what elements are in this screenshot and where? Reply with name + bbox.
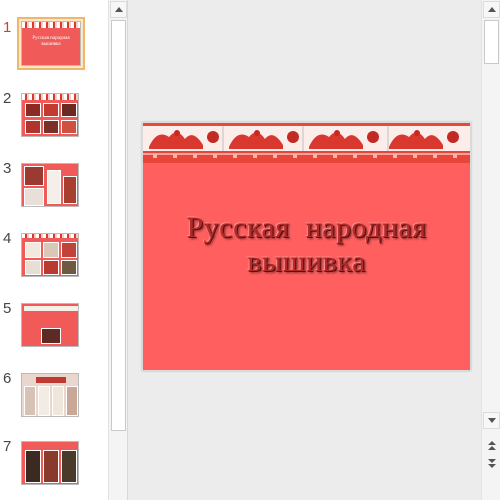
scroll-up-button[interactable] bbox=[110, 1, 127, 18]
thumbnail-ornament bbox=[22, 94, 78, 100]
slide-thumbnail-3[interactable]: 3 bbox=[0, 158, 108, 224]
double-chevron-down-icon bbox=[487, 464, 496, 468]
thumbnail-ornament bbox=[22, 234, 78, 238]
thumbnail-picture bbox=[61, 242, 77, 258]
thumbnail-picture bbox=[61, 450, 77, 483]
double-chevron-up-icon bbox=[487, 446, 496, 450]
thumbnail-picture bbox=[25, 120, 41, 134]
thumbnail-selection-frame: Русская народная вышивка bbox=[17, 17, 85, 70]
slide-thumbnail-1[interactable]: 1 Русская народная вышивка bbox=[0, 17, 108, 83]
slide-editing-canvas: Русская народная вышивка bbox=[128, 0, 481, 500]
thumbnail-frame bbox=[17, 436, 85, 489]
slide-title-line-1: Русская народная bbox=[186, 211, 427, 244]
slide-thumbnail-pane: 1 Русская народная вышивка 2 3 4 5 6 7 bbox=[0, 0, 128, 500]
thumbnail-picture bbox=[24, 166, 44, 186]
slide-number: 3 bbox=[3, 160, 12, 177]
thumbnail-picture bbox=[52, 386, 64, 416]
thumbnail-ornament bbox=[22, 22, 80, 28]
current-slide[interactable]: Русская народная вышивка bbox=[142, 122, 471, 371]
thumbnail-frame bbox=[17, 228, 85, 281]
slide-number: 4 bbox=[3, 230, 12, 247]
thumbnail-picture bbox=[61, 103, 77, 117]
thumbnail-picture bbox=[25, 450, 41, 483]
thumbnail-picture bbox=[25, 242, 41, 258]
slide-thumbnail-2[interactable]: 2 bbox=[0, 88, 108, 154]
thumbnail-image bbox=[21, 373, 79, 417]
thumbnail-frame bbox=[17, 368, 85, 421]
next-slide-button[interactable] bbox=[483, 456, 500, 471]
slide-thumbnail-4[interactable]: 4 bbox=[0, 228, 108, 294]
thumbnail-ornament bbox=[24, 306, 78, 311]
triangle-down-icon bbox=[487, 418, 496, 423]
slide-title-line-2: вышивка bbox=[247, 245, 366, 278]
thumbnail-picture bbox=[43, 120, 59, 134]
thumbnail-image bbox=[21, 93, 79, 137]
scrollbar-thumb[interactable] bbox=[111, 20, 126, 431]
slide-number: 2 bbox=[3, 90, 12, 107]
thumbnail-picture bbox=[38, 386, 50, 416]
thumbnail-picture bbox=[63, 176, 77, 204]
thumbnail-picture bbox=[43, 450, 59, 483]
slide-number: 5 bbox=[3, 300, 12, 317]
slide-thumbnail-7[interactable]: 7 bbox=[0, 436, 108, 500]
thumbnail-picture bbox=[24, 386, 36, 416]
slide-number: 7 bbox=[3, 438, 12, 455]
thumbnail-title: Русская народная вышивка bbox=[32, 36, 70, 47]
thumbnail-picture bbox=[25, 260, 41, 275]
thumbnail-frame bbox=[17, 298, 85, 351]
slide-thumbnail-6[interactable]: 6 bbox=[0, 368, 108, 434]
slide-number: 6 bbox=[3, 370, 12, 387]
triangle-up-icon bbox=[487, 7, 496, 12]
presentation-app: 1 Русская народная вышивка 2 3 4 5 6 7 Р… bbox=[0, 0, 500, 500]
thumbnail-title-bar bbox=[36, 377, 66, 383]
thumbnail-picture bbox=[43, 242, 59, 258]
slide-number: 1 bbox=[3, 19, 12, 36]
slide-thumbnail-5[interactable]: 5 bbox=[0, 298, 108, 364]
triangle-up-icon bbox=[114, 7, 123, 12]
double-chevron-down-icon bbox=[487, 459, 496, 463]
previous-slide-button[interactable] bbox=[483, 438, 500, 453]
canvas-scrollbar[interactable] bbox=[481, 0, 500, 500]
scroll-down-button[interactable] bbox=[483, 412, 500, 429]
thumbnail-picture bbox=[61, 260, 77, 275]
thumbnail-picture bbox=[24, 188, 44, 206]
thumbnail-picture bbox=[61, 120, 77, 134]
thumbnail-picture bbox=[47, 170, 61, 204]
scroll-up-button[interactable] bbox=[483, 1, 500, 18]
thumbnail-frame bbox=[17, 158, 85, 211]
thumbnail-picture bbox=[43, 260, 59, 275]
embroidery-ornament-graphic bbox=[143, 123, 470, 163]
thumbnail-frame bbox=[17, 88, 85, 141]
double-chevron-up-icon bbox=[487, 441, 496, 445]
thumbnail-image bbox=[21, 163, 79, 207]
thumbnail-image bbox=[21, 441, 79, 485]
slide-title[interactable]: Русская народная вышивка bbox=[153, 211, 460, 279]
slide-thumbnail-list: 1 Русская народная вышивка 2 3 4 5 6 7 bbox=[0, 0, 108, 500]
thumbnail-scrollbar[interactable] bbox=[108, 0, 127, 500]
scrollbar-thumb[interactable] bbox=[484, 20, 499, 64]
thumbnail-image bbox=[21, 233, 79, 277]
thumbnail-image: Русская народная вышивка bbox=[21, 21, 81, 66]
embroidery-ornament-band bbox=[143, 123, 470, 163]
thumbnail-text bbox=[30, 314, 72, 322]
thumbnail-image bbox=[21, 303, 79, 347]
thumbnail-picture bbox=[66, 386, 78, 416]
thumbnail-picture bbox=[41, 328, 61, 344]
thumbnail-picture bbox=[43, 103, 59, 117]
thumbnail-picture bbox=[25, 103, 41, 117]
